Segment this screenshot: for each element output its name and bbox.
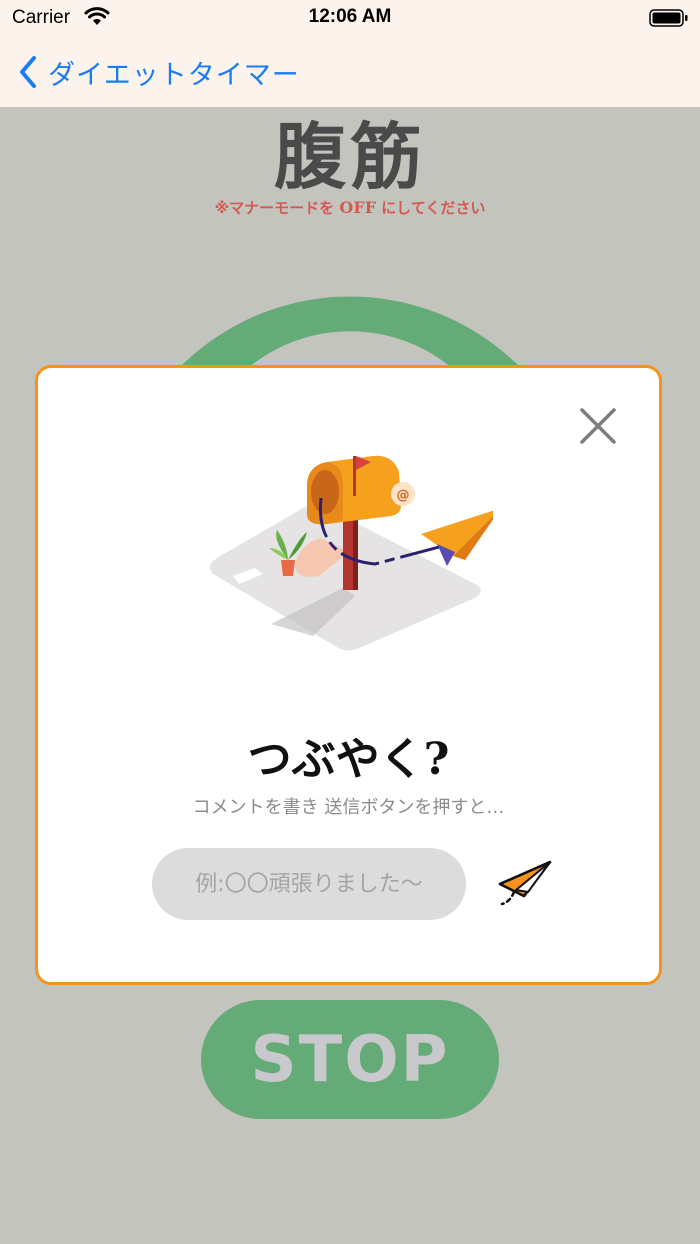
back-button-label: ダイエットタイマー (48, 59, 300, 91)
modal-title: つぶやく? (38, 723, 659, 787)
navigation-bar: Carrier 12:06 AM ダイエットタイマー (0, 0, 700, 107)
chevron-left-icon (20, 56, 36, 88)
back-button[interactable]: ダイエットタイマー (18, 52, 300, 92)
battery-icon (649, 9, 688, 27)
close-icon[interactable] (578, 406, 618, 446)
manner-note-prefix: ※マナーモードを (214, 199, 340, 217)
tweet-modal: @ つぶやく? コメントを書き 送信ボタンを押すと… (35, 365, 662, 985)
stop-button[interactable]: STOP (201, 1000, 499, 1119)
status-time: 12:06 AM (308, 6, 392, 27)
paper-plane-icon[interactable] (496, 856, 554, 912)
mailbox-paper-plane-illustration: @ (209, 455, 493, 651)
manner-note-off: OFF (339, 198, 377, 217)
modal-subtitle: コメントを書き 送信ボタンを押すと… (192, 797, 505, 818)
svg-text:@: @ (397, 488, 410, 503)
modal-title-text: つぶやく (247, 734, 424, 785)
exercise-title: 腹筋 (273, 115, 426, 199)
manner-mode-note: ※マナーモードを OFF にしてください (0, 197, 700, 218)
comment-input[interactable] (152, 848, 466, 920)
modal-title-mark: ? (423, 734, 450, 785)
manner-note-suffix: にしてください (376, 199, 486, 217)
